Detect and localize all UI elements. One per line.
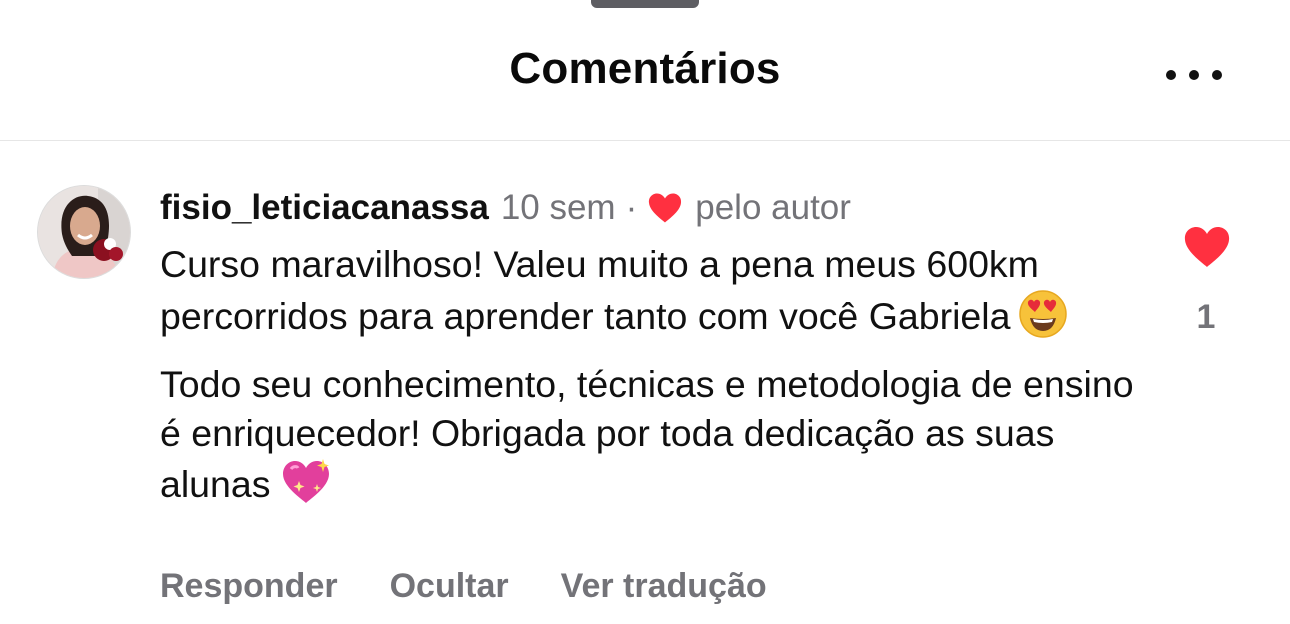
sparkling-heart-emoji-icon: [279, 457, 333, 519]
username[interactable]: fisio_leticiacanassa: [160, 188, 489, 228]
more-icon[interactable]: [1166, 55, 1222, 95]
heart-eyes-emoji-icon: [1018, 289, 1068, 351]
reply-button[interactable]: Responder: [160, 567, 338, 606]
avatar[interactable]: [37, 185, 131, 279]
page-title: Comentários: [509, 44, 781, 93]
heart-icon: [1184, 227, 1230, 267]
hide-button[interactable]: Ocultar: [390, 567, 509, 606]
liked-by-author-label: pelo autor: [695, 188, 851, 227]
comment-text: Curso maravilhoso! Valeu muito a pena me…: [160, 240, 1140, 519]
comment-actions: Responder Ocultar Ver tradução: [160, 564, 767, 608]
meta-separator: ·: [625, 188, 638, 227]
comment-time: 10 sem: [500, 188, 616, 227]
comment-paragraph-text: Curso maravilhoso! Valeu muito a pena me…: [160, 243, 1039, 337]
like-count[interactable]: 1: [1180, 298, 1232, 337]
comment-paragraph: Curso maravilhoso! Valeu muito a pena me…: [160, 240, 1140, 350]
heart-icon: [647, 192, 683, 224]
comment-meta: fisio_leticiacanassa 10 sem · pelo autor: [160, 186, 851, 230]
comment-paragraph: Todo seu conhecimento, técnicas e metodo…: [160, 360, 1140, 519]
like-button[interactable]: [1183, 225, 1231, 269]
see-translation-button[interactable]: Ver tradução: [561, 567, 767, 606]
header: Comentários: [0, 0, 1290, 141]
